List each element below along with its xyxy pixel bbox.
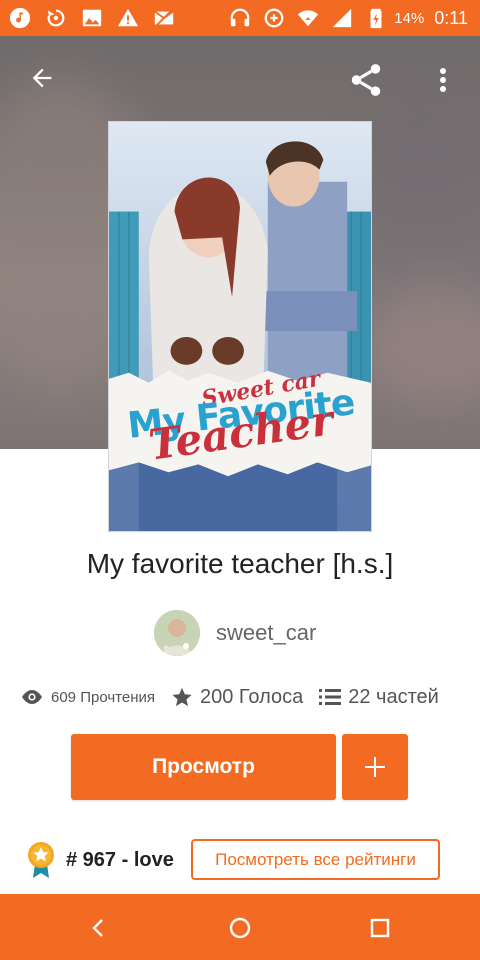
author-name[interactable]: sweet_car xyxy=(216,620,316,646)
signal-icon xyxy=(330,6,354,30)
reads-count: 609 Прочтения xyxy=(51,688,155,706)
parts-stat: 22 частей xyxy=(319,686,439,709)
image-icon xyxy=(80,6,104,30)
nav-home-button[interactable] xyxy=(222,910,258,946)
share-button[interactable] xyxy=(346,60,386,100)
more-vertical-icon xyxy=(440,68,446,92)
reads-stat: 609 Прочтения xyxy=(20,688,155,706)
arrow-left-icon xyxy=(32,68,52,88)
votes-stat: 200 Голоса xyxy=(171,686,303,709)
author-link[interactable]: sweet_car xyxy=(154,610,316,656)
top-app-bar xyxy=(0,60,480,100)
medal-icon xyxy=(28,842,54,878)
nav-recents-button[interactable] xyxy=(362,910,398,946)
rank-text: # 967 - love xyxy=(66,848,174,871)
more-options-button[interactable] xyxy=(428,60,458,100)
share-icon xyxy=(351,64,381,96)
add-to-library-button[interactable] xyxy=(342,734,408,800)
author-avatar[interactable] xyxy=(154,610,200,656)
nav-back-icon xyxy=(92,919,103,937)
book-cover[interactable]: Sweet car My Favorite Teacher xyxy=(108,121,372,532)
story-title: My favorite teacher [h.s.] xyxy=(86,548,394,579)
headphones-icon xyxy=(228,6,252,30)
sync-icon xyxy=(44,6,68,30)
eye-icon xyxy=(22,690,42,704)
wifi-icon xyxy=(296,6,320,30)
ranking-row: # 967 - love Посмотреть все рейтинги xyxy=(26,838,456,882)
story-stats: 609 Прочтения 200 Голоса 22 частей xyxy=(20,682,470,712)
votes-count: 200 Голоса xyxy=(199,685,304,708)
warning-icon xyxy=(116,6,140,30)
read-button[interactable]: Просмотр xyxy=(71,734,336,800)
star-icon xyxy=(172,687,192,707)
parts-count: 22 частей xyxy=(348,685,439,708)
view-all-ratings-button[interactable]: Посмотреть все рейтинги xyxy=(191,839,440,880)
clock: 0:11 xyxy=(434,7,468,28)
nav-home-icon xyxy=(229,917,251,939)
music-note-icon xyxy=(8,6,32,30)
battery-charging-icon xyxy=(364,6,388,30)
back-button[interactable] xyxy=(24,60,60,96)
nav-back-button[interactable] xyxy=(80,910,116,946)
plus-icon xyxy=(365,757,385,777)
list-icon xyxy=(319,689,342,705)
nav-recents-icon xyxy=(370,918,390,938)
status-bar: 14% 0:11 xyxy=(0,0,480,36)
battery-percent: 14% xyxy=(394,9,425,27)
mail-blocked-icon xyxy=(152,6,176,30)
data-saver-icon xyxy=(262,6,286,30)
navigation-bar xyxy=(0,894,480,960)
